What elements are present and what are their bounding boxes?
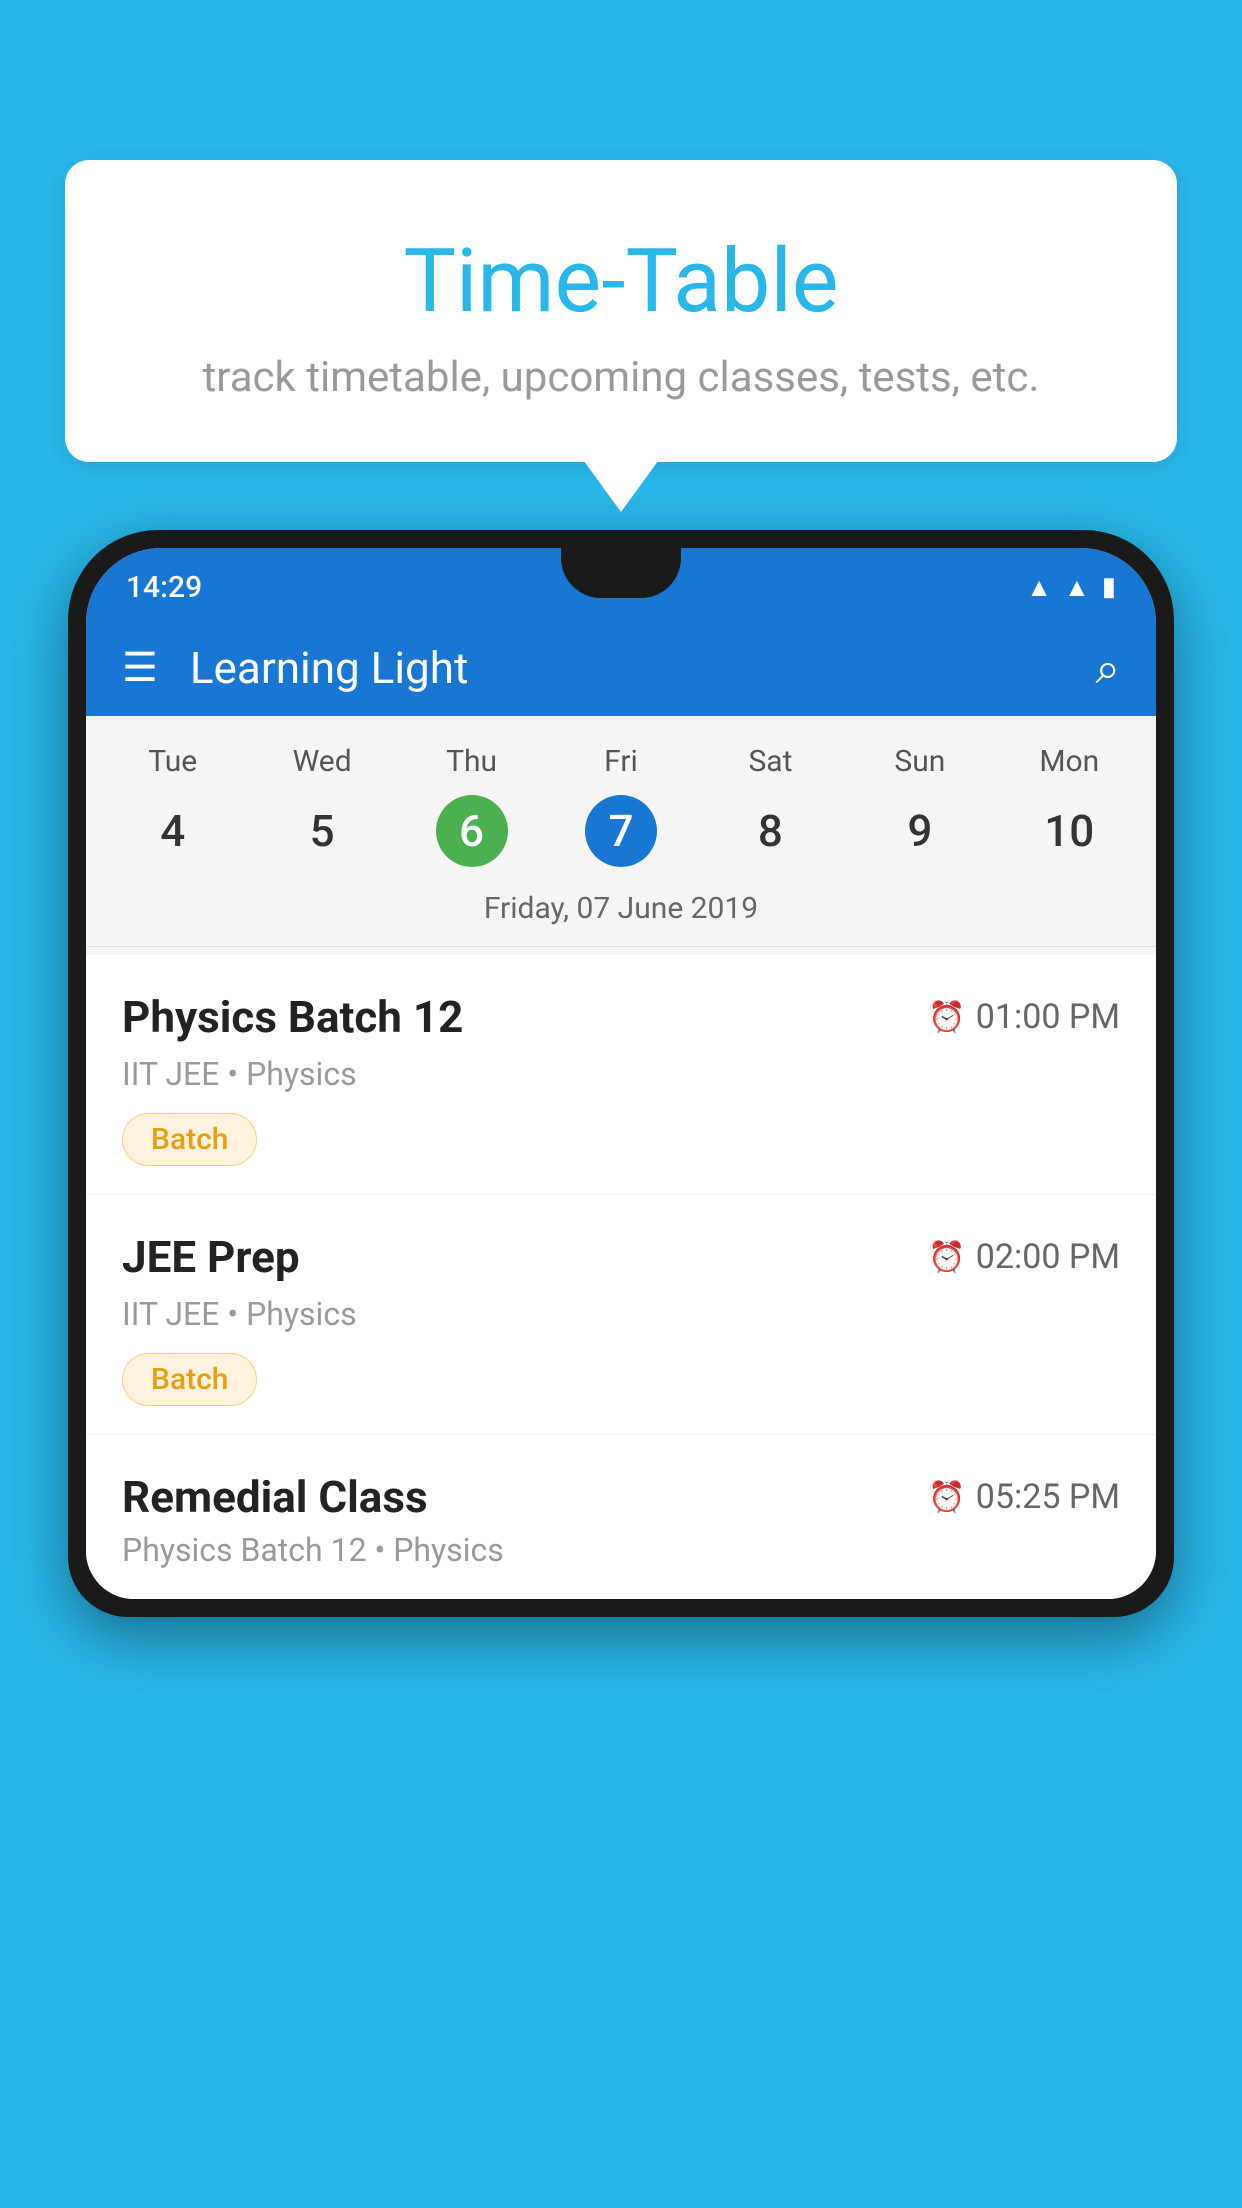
day-10[interactable]: 10 — [995, 787, 1144, 875]
schedule-item-2-time: ⏰ 02:00 PM — [928, 1237, 1120, 1277]
day-5[interactable]: 5 — [247, 787, 396, 875]
schedule-item-3-header: Remedial Class ⏰ 05:25 PM — [122, 1471, 1120, 1523]
clock-icon-3: ⏰ — [928, 1480, 965, 1515]
phone-outer: 14:29 ▲ ▲ ▮ ☰ Learning Light ⌕ Tue Wed T… — [68, 530, 1174, 1617]
schedule-item-2[interactable]: JEE Prep ⏰ 02:00 PM IIT JEE • Physics Ba… — [86, 1195, 1156, 1435]
menu-icon[interactable]: ☰ — [122, 648, 158, 688]
selected-date: Friday, 07 June 2019 — [86, 875, 1156, 947]
clock-icon-2: ⏰ — [928, 1240, 965, 1275]
status-icons: ▲ ▲ ▮ — [1026, 572, 1116, 603]
phone-notch — [561, 548, 681, 598]
schedule-item-3-subtitle: Physics Batch 12 • Physics — [122, 1531, 1120, 1569]
schedule-item-3-time: ⏰ 05:25 PM — [928, 1477, 1120, 1517]
day-8[interactable]: 8 — [696, 787, 845, 875]
calendar-strip: Tue Wed Thu Fri Sat Sun Mon 4 5 6 7 8 9 … — [86, 716, 1156, 955]
status-time: 14:29 — [126, 570, 202, 605]
signal-icon: ▲ — [1064, 572, 1090, 603]
day-header-sun: Sun — [845, 736, 994, 787]
day-6-today[interactable]: 6 — [397, 787, 546, 875]
app-title: Learning Light — [190, 642, 1096, 694]
schedule-item-1[interactable]: Physics Batch 12 ⏰ 01:00 PM IIT JEE • Ph… — [86, 955, 1156, 1195]
day-header-wed: Wed — [247, 736, 396, 787]
day-header-fri: Fri — [546, 736, 695, 787]
phone-mockup: 14:29 ▲ ▲ ▮ ☰ Learning Light ⌕ Tue Wed T… — [68, 530, 1174, 2208]
schedule-item-2-subtitle: IIT JEE • Physics — [122, 1295, 1120, 1333]
day-numbers: 4 5 6 7 8 9 10 — [86, 787, 1156, 875]
schedule-item-2-tag: Batch — [122, 1353, 257, 1406]
tooltip-subtitle: track timetable, upcoming classes, tests… — [125, 353, 1117, 402]
day-headers: Tue Wed Thu Fri Sat Sun Mon — [86, 736, 1156, 787]
schedule-item-2-header: JEE Prep ⏰ 02:00 PM — [122, 1231, 1120, 1283]
app-bar: ☰ Learning Light ⌕ — [86, 620, 1156, 716]
schedule-item-1-title: Physics Batch 12 — [122, 991, 463, 1043]
schedule-item-1-time: ⏰ 01:00 PM — [928, 997, 1120, 1037]
schedule-item-2-title: JEE Prep — [122, 1231, 300, 1283]
day-4[interactable]: 4 — [98, 787, 247, 875]
schedule-item-3[interactable]: Remedial Class ⏰ 05:25 PM Physics Batch … — [86, 1435, 1156, 1599]
day-header-sat: Sat — [696, 736, 845, 787]
day-header-mon: Mon — [995, 736, 1144, 787]
battery-icon: ▮ — [1102, 572, 1116, 602]
day-header-tue: Tue — [98, 736, 247, 787]
day-7-selected[interactable]: 7 — [546, 787, 695, 875]
wifi-icon: ▲ — [1026, 572, 1052, 603]
search-icon[interactable]: ⌕ — [1095, 642, 1120, 694]
day-9[interactable]: 9 — [845, 787, 994, 875]
schedule-item-1-header: Physics Batch 12 ⏰ 01:00 PM — [122, 991, 1120, 1043]
day-header-thu: Thu — [397, 736, 546, 787]
schedule-list: Physics Batch 12 ⏰ 01:00 PM IIT JEE • Ph… — [86, 955, 1156, 1599]
clock-icon-1: ⏰ — [928, 1000, 965, 1035]
schedule-item-1-subtitle: IIT JEE • Physics — [122, 1055, 1120, 1093]
schedule-item-1-tag: Batch — [122, 1113, 257, 1166]
schedule-item-3-title: Remedial Class — [122, 1471, 428, 1523]
tooltip-title: Time-Table — [125, 230, 1117, 333]
phone-inner: 14:29 ▲ ▲ ▮ ☰ Learning Light ⌕ Tue Wed T… — [86, 548, 1156, 1599]
tooltip-card: Time-Table track timetable, upcoming cla… — [65, 160, 1177, 462]
